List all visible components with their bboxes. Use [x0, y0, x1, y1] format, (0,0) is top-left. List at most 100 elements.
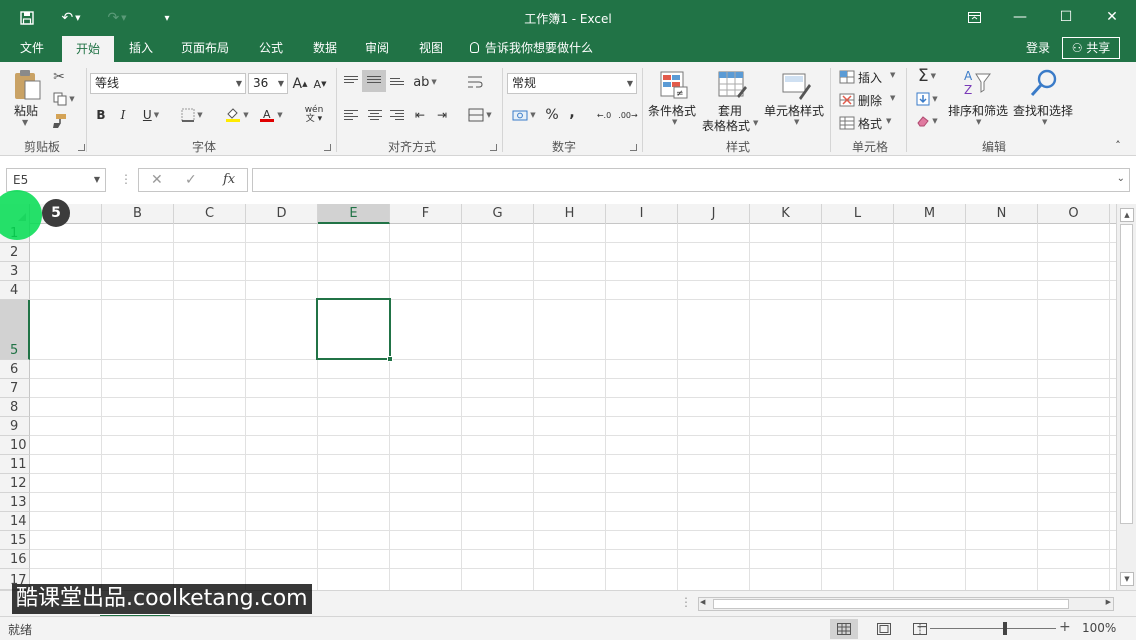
- close-icon[interactable]: ✕: [1092, 4, 1132, 30]
- row-header[interactable]: 9: [0, 417, 30, 436]
- scroll-left-icon[interactable]: ◀: [700, 598, 705, 606]
- enter-icon[interactable]: ✓: [185, 172, 197, 188]
- zoom-slider-knob[interactable]: [1003, 622, 1007, 635]
- number-launcher-icon[interactable]: [630, 144, 637, 151]
- increase-decimal-icon[interactable]: ←.0: [594, 106, 614, 124]
- row-header[interactable]: 14: [0, 512, 30, 531]
- row-header[interactable]: 15: [0, 531, 30, 550]
- fill-handle[interactable]: [387, 356, 393, 362]
- worksheet-grid[interactable]: A B C D E F G H I J K L M N O 1 2 3 4 5 …: [0, 204, 1116, 590]
- merge-center-icon[interactable]: ▼: [464, 106, 496, 124]
- find-select-icon[interactable]: [1028, 66, 1060, 100]
- maximize-icon[interactable]: ☐: [1046, 4, 1086, 30]
- row-header[interactable]: 16: [0, 550, 30, 569]
- align-center-icon[interactable]: [368, 108, 382, 122]
- cell-styles-label[interactable]: 单元格样式: [764, 102, 824, 119]
- column-header[interactable]: L: [822, 204, 894, 224]
- shrink-font-button[interactable]: A ▼: [312, 74, 328, 94]
- find-select-label[interactable]: 查找和选择: [1013, 102, 1073, 119]
- clipboard-launcher-icon[interactable]: [78, 144, 85, 151]
- format-cells-label[interactable]: 格式: [858, 115, 882, 132]
- alignment-launcher-icon[interactable]: [490, 144, 497, 151]
- italic-button[interactable]: I: [116, 106, 130, 124]
- zoom-out-icon[interactable]: −: [916, 619, 928, 635]
- column-header[interactable]: F: [390, 204, 462, 224]
- column-header[interactable]: D: [246, 204, 318, 224]
- wrap-text-icon[interactable]: [464, 72, 486, 92]
- align-bottom-icon[interactable]: [390, 76, 404, 87]
- fill-color-button[interactable]: ▼: [222, 106, 252, 124]
- zoom-level[interactable]: 100%: [1082, 621, 1116, 635]
- borders-button[interactable]: ▼: [178, 106, 206, 124]
- grow-font-button[interactable]: A ▲: [292, 74, 308, 94]
- column-header[interactable]: K: [750, 204, 822, 224]
- conditional-formatting-label[interactable]: 条件格式: [648, 102, 696, 119]
- page-layout-view-icon[interactable]: [870, 619, 898, 639]
- comma-button[interactable]: ,: [566, 104, 578, 122]
- scroll-right-icon[interactable]: ▶: [1106, 598, 1111, 606]
- clear-icon[interactable]: ▼: [912, 112, 942, 130]
- row-header[interactable]: 11: [0, 455, 30, 474]
- sort-filter-label[interactable]: 排序和筛选: [948, 102, 1008, 119]
- underline-button[interactable]: U ▼: [138, 106, 164, 124]
- scroll-down-icon[interactable]: ▼: [1120, 572, 1134, 586]
- tab-insert[interactable]: 插入: [118, 36, 164, 62]
- name-box[interactable]: E5 ▼: [6, 168, 106, 192]
- column-header-selected[interactable]: E: [318, 204, 390, 224]
- share-button[interactable]: ⚇ 共享: [1062, 37, 1120, 59]
- bold-button[interactable]: B: [94, 106, 108, 124]
- tab-data[interactable]: 数据: [302, 36, 348, 62]
- percent-button[interactable]: %: [544, 106, 560, 124]
- insert-function-icon[interactable]: fx: [223, 172, 235, 187]
- ribbon-display-options-icon[interactable]: [954, 4, 994, 30]
- horizontal-scroll-thumb[interactable]: [713, 599, 1069, 609]
- cell-styles-icon[interactable]: [780, 68, 812, 102]
- format-cells-icon[interactable]: [838, 114, 856, 132]
- column-header[interactable]: B: [102, 204, 174, 224]
- insert-cells-icon[interactable]: [838, 68, 856, 86]
- column-header[interactable]: C: [174, 204, 246, 224]
- delete-cells-label[interactable]: 删除: [858, 92, 882, 109]
- column-header[interactable]: N: [966, 204, 1038, 224]
- tab-formulas[interactable]: 公式: [248, 36, 294, 62]
- scroll-up-icon[interactable]: ▲: [1120, 208, 1134, 222]
- formula-input[interactable]: ⌄: [252, 168, 1130, 192]
- resize-handle-icon[interactable]: ⋮: [120, 172, 132, 186]
- font-size-select[interactable]: 36 ▼: [248, 73, 288, 94]
- sign-in-link[interactable]: 登录: [1026, 36, 1050, 60]
- align-right-icon[interactable]: [390, 108, 404, 122]
- zoom-slider-track[interactable]: [930, 628, 1056, 629]
- font-launcher-icon[interactable]: [324, 144, 331, 151]
- copy-icon[interactable]: ▼: [50, 90, 78, 108]
- align-middle-button[interactable]: [362, 70, 386, 92]
- column-header[interactable]: M: [894, 204, 966, 224]
- vertical-scrollbar[interactable]: ▲ ▼: [1116, 204, 1136, 590]
- column-header[interactable]: H: [534, 204, 606, 224]
- row-header[interactable]: 2: [0, 243, 30, 262]
- format-as-table-icon[interactable]: [716, 68, 748, 102]
- horizontal-scrollbar[interactable]: ◀ ▶: [698, 597, 1114, 611]
- paste-label[interactable]: 粘贴: [14, 102, 38, 119]
- align-top-icon[interactable]: [344, 74, 358, 85]
- row-header[interactable]: 7: [0, 379, 30, 398]
- expand-formula-icon[interactable]: ⌄: [1117, 173, 1125, 184]
- cut-icon[interactable]: ✂: [50, 68, 68, 86]
- insert-cells-label[interactable]: 插入: [858, 69, 882, 86]
- split-handle-icon[interactable]: ⋮: [680, 595, 692, 609]
- tab-home[interactable]: 开始: [62, 36, 114, 62]
- vertical-scroll-thumb[interactable]: [1120, 224, 1133, 524]
- selected-cell-e5[interactable]: [316, 298, 393, 362]
- column-header[interactable]: G: [462, 204, 534, 224]
- increase-indent-icon[interactable]: ⇥: [432, 106, 452, 124]
- tab-page-layout[interactable]: 页面布局: [172, 36, 238, 62]
- tell-me-search[interactable]: 告诉我你想要做什么: [470, 36, 593, 62]
- autosum-icon[interactable]: Σ ▼: [912, 66, 942, 86]
- conditional-formatting-icon[interactable]: ≠: [658, 68, 690, 102]
- number-format-select[interactable]: 常规 ▼: [507, 73, 637, 94]
- column-header[interactable]: O: [1038, 204, 1110, 224]
- tab-view[interactable]: 视图: [408, 36, 454, 62]
- zoom-in-icon[interactable]: +: [1059, 619, 1071, 635]
- tab-review[interactable]: 审阅: [354, 36, 400, 62]
- format-as-table-label-2[interactable]: 表格格式: [702, 117, 750, 134]
- delete-cells-icon[interactable]: [838, 91, 856, 109]
